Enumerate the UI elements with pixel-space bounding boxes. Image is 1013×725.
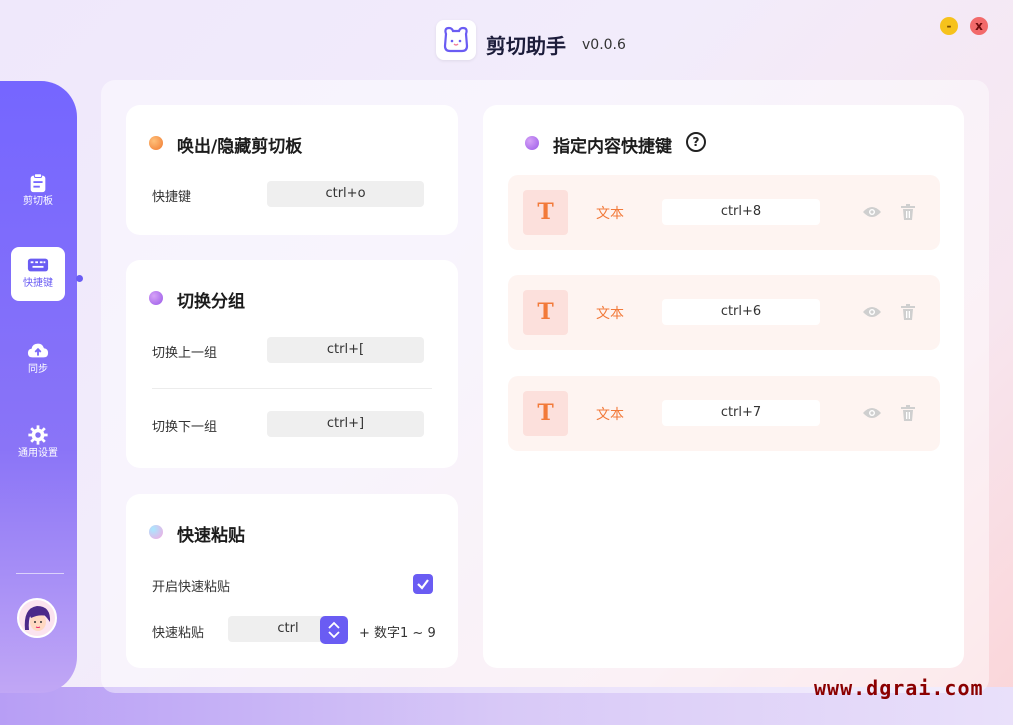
chevron-up-down-icon <box>328 621 340 639</box>
sidebar-item-sync[interactable]: 同步 <box>11 333 65 387</box>
card-title: 指定内容快捷键 <box>553 137 672 157</box>
content-shortcut-row: T 文本 ctrl+8 <box>508 175 940 250</box>
card-title: 快速粘贴 <box>177 526 245 546</box>
content-shortcut-input[interactable]: ctrl+7 <box>662 400 820 426</box>
sidebar-divider <box>16 573 64 574</box>
content-type-label: 文本 <box>596 407 624 423</box>
sidebar-item-clipboard[interactable]: 剪切板 <box>11 165 65 219</box>
next-group-label: 切换下一组 <box>152 420 218 435</box>
trash-icon[interactable] <box>900 404 916 422</box>
content-shortcut-input[interactable]: ctrl+6 <box>662 299 820 325</box>
minimize-button[interactable]: - <box>940 17 958 35</box>
text-type-icon: T <box>523 290 568 335</box>
gear-icon <box>28 425 48 445</box>
cloud-upload-icon <box>27 343 49 358</box>
check-icon <box>417 579 429 590</box>
sidebar-item-label: 同步 <box>28 364 48 375</box>
orange-dot-icon <box>149 136 163 150</box>
sidebar-item-shortcuts[interactable]: 快捷键 <box>11 247 65 301</box>
purple-dot-icon <box>149 291 163 305</box>
sidebar-item-label: 剪切板 <box>23 196 53 207</box>
quick-paste-card: 快速粘贴 开启快速粘贴 快速粘贴 ctrl + 数字1 ~ 9 <box>126 494 458 668</box>
content-shortcuts-card: 指定内容快捷键 ? T 文本 ctrl+8 T 文本 ctrl+6 T 文本 c… <box>483 105 964 668</box>
card-title: 切换分组 <box>177 292 245 312</box>
sidebar-item-label: 通用设置 <box>18 448 58 459</box>
switch-group-card: 切换分组 切换上一组 ctrl+[ 切换下一组 ctrl+] <box>126 260 458 468</box>
modifier-stepper[interactable] <box>320 616 348 644</box>
eye-icon[interactable] <box>862 204 882 220</box>
content-type-label: 文本 <box>596 306 624 322</box>
trash-icon[interactable] <box>900 203 916 221</box>
text-type-icon: T <box>523 391 568 436</box>
enable-quick-paste-checkbox[interactable] <box>413 574 433 594</box>
shortcut-label: 快捷键 <box>152 190 192 205</box>
sidebar-item-settings[interactable]: 通用设置 <box>11 417 65 471</box>
app-title: 剪切助手 <box>486 34 566 58</box>
avatar-icon <box>19 600 55 636</box>
content-shortcut-row: T 文本 ctrl+6 <box>508 275 940 350</box>
trash-icon[interactable] <box>900 303 916 321</box>
clipboard-icon <box>30 173 46 193</box>
active-indicator <box>76 275 83 282</box>
content-shortcut-input[interactable]: ctrl+8 <box>662 199 820 225</box>
title-bar: 剪切助手 v0.0.6 - x <box>0 0 1013 78</box>
next-group-shortcut-input[interactable]: ctrl+] <box>267 411 424 437</box>
app-version: v0.0.6 <box>582 37 626 53</box>
watermark: www.dgrai.com <box>814 676 984 700</box>
prev-group-label: 切换上一组 <box>152 346 218 361</box>
enable-quick-paste-label: 开启快速粘贴 <box>152 580 231 595</box>
keyboard-icon <box>27 258 49 272</box>
card-title: 唤出/隐藏剪切板 <box>177 137 303 157</box>
help-icon[interactable]: ? <box>686 132 706 152</box>
sidebar-item-label: 快捷键 <box>23 278 53 289</box>
gradient-dot-icon <box>149 525 163 539</box>
user-avatar[interactable] <box>17 598 57 638</box>
eye-icon[interactable] <box>862 304 882 320</box>
close-button[interactable]: x <box>970 17 988 35</box>
toggle-shortcut-input[interactable]: ctrl+o <box>267 181 424 207</box>
sidebar: 剪切板 快捷键 同步 通用设置 <box>0 81 77 693</box>
content-type-label: 文本 <box>596 206 624 222</box>
text-type-icon: T <box>523 190 568 235</box>
divider <box>152 388 432 389</box>
prev-group-shortcut-input[interactable]: ctrl+[ <box>267 337 424 363</box>
toggle-clipboard-card: 唤出/隐藏剪切板 快捷键 ctrl+o <box>126 105 458 235</box>
quick-paste-label: 快速粘贴 <box>152 626 205 641</box>
number-range-label: + 数字1 ~ 9 <box>359 626 436 641</box>
purple-dot-icon <box>525 136 539 150</box>
eye-icon[interactable] <box>862 405 882 421</box>
content-shortcut-row: T 文本 ctrl+7 <box>508 376 940 451</box>
app-logo-icon <box>436 20 476 60</box>
